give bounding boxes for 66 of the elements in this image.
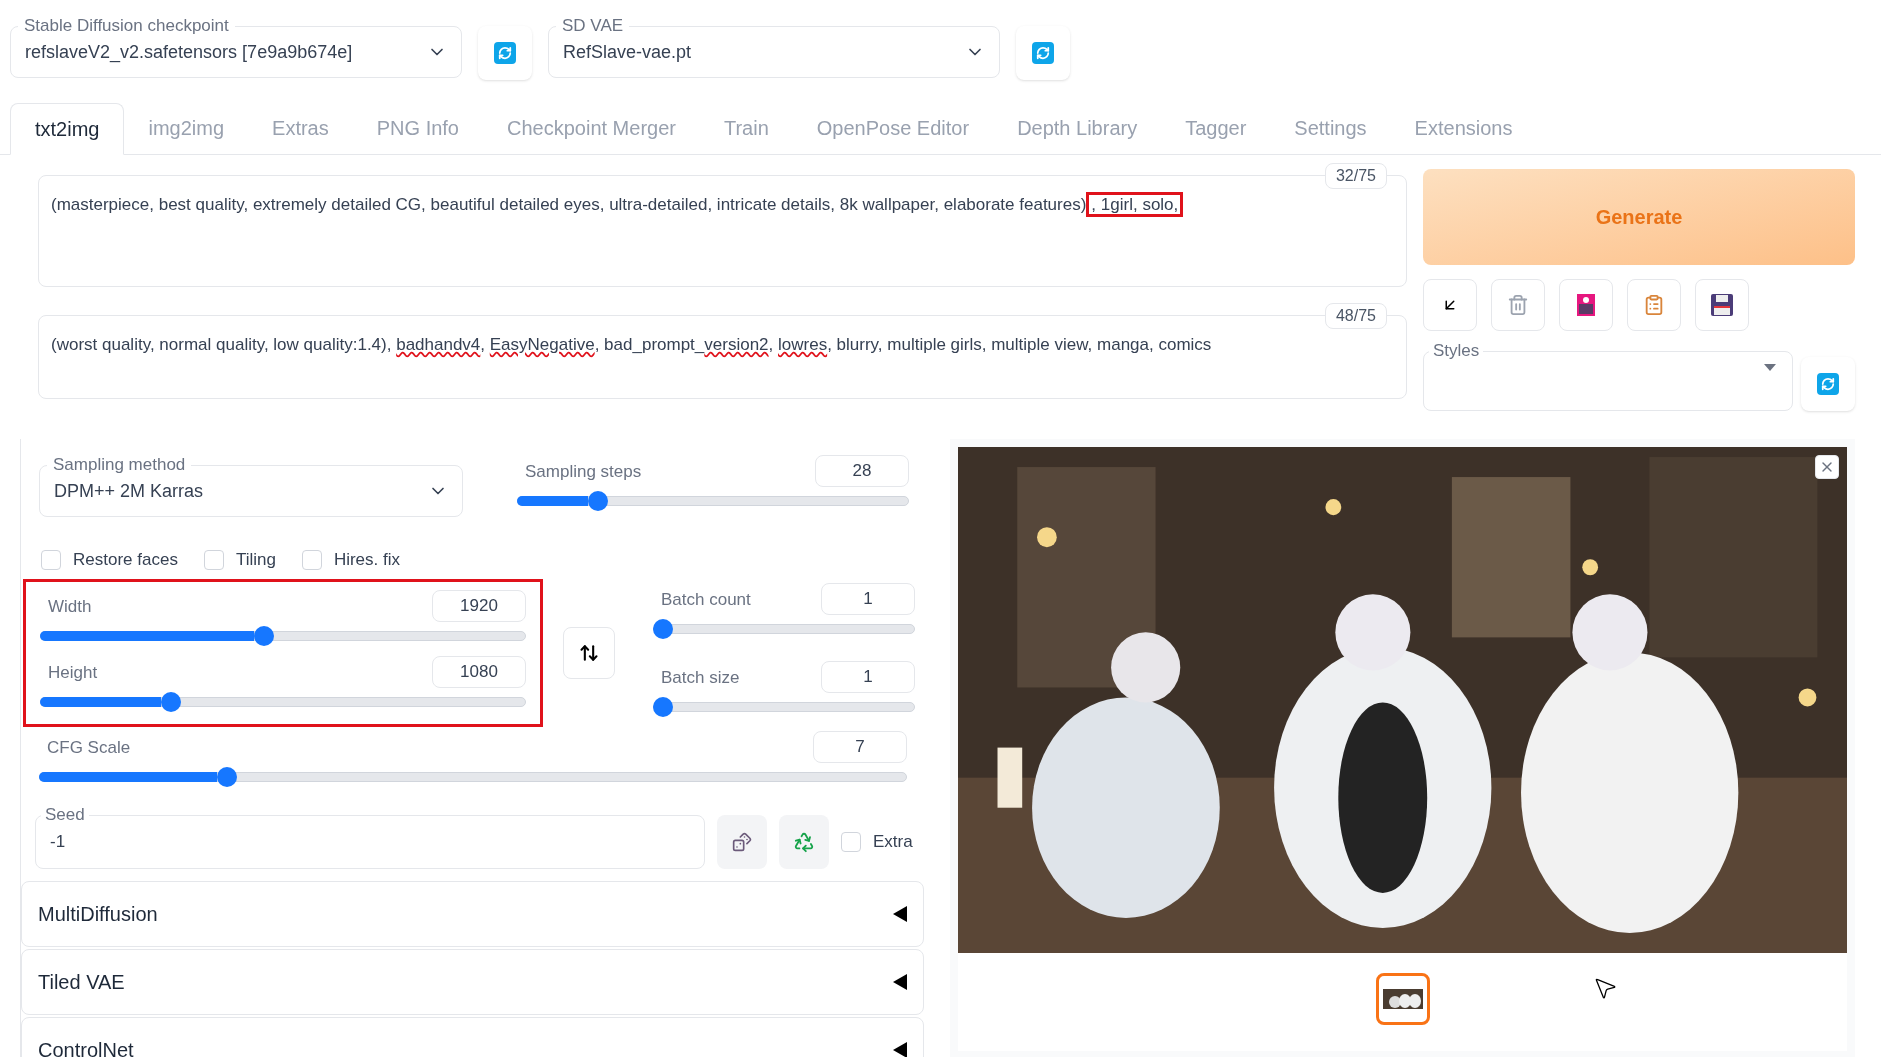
slider-thumb[interactable] (217, 766, 238, 787)
field-label: Stable Diffusion checkpoint (18, 16, 235, 36)
checkbox-label: Extra (873, 830, 913, 853)
number-field[interactable]: 1080 (432, 655, 526, 688)
field-label: Styles (1429, 341, 1484, 361)
recycle-button[interactable] (779, 814, 829, 869)
slider-label: Batch size (661, 666, 740, 689)
slider-thumb[interactable] (653, 696, 673, 717)
slider-label: CFG Scale (47, 736, 131, 759)
slider-label: Width (48, 595, 92, 618)
trash-icon (1507, 294, 1529, 316)
number-field[interactable]: 1920 (432, 589, 526, 622)
slider-thumb[interactable] (161, 691, 182, 712)
accordion-header[interactable]: ControlNet (21, 1016, 924, 1057)
refresh-button[interactable] (478, 26, 532, 80)
trash-button[interactable] (1491, 279, 1545, 331)
slider-thumb[interactable] (653, 618, 673, 639)
slider[interactable] (40, 691, 526, 712)
number-field[interactable]: 1 (821, 660, 915, 693)
checkbox-label: Hires. fix (333, 549, 400, 571)
clipboard-icon (1643, 294, 1665, 316)
thumbnail[interactable] (1375, 973, 1430, 1025)
checkbox-label: Restore faces (73, 549, 178, 571)
slider-label: Height (48, 661, 98, 684)
swap-button[interactable] (563, 626, 615, 679)
swap-arrows-icon (579, 642, 599, 663)
clipboard-button[interactable] (1627, 279, 1681, 331)
refresh-icon (1032, 42, 1054, 64)
slider-thumb[interactable] (254, 625, 275, 646)
prompt-text: (masterpiece, best quality, extremely detailed CG, beautiful detailed eyes, ultra-detailed, intricate details, 8k wallpaper, elaborate features) , 1girl, solo, (51, 192, 1184, 217)
checkbox[interactable] (203, 549, 224, 570)
dice-button[interactable] (717, 814, 767, 869)
image-button[interactable] (1559, 279, 1613, 331)
checkbox[interactable] (41, 549, 61, 570)
token-counter: 32/75 (1324, 163, 1387, 189)
token-counter: 48/75 (1324, 303, 1387, 329)
negative-prompt-text: (worst quality, normal quality, low quality:1.4), badhandv4, EasyNegative, bad_prompt_version2, lowres, blurry, multiple girls, multiple view, manga, comics (51, 335, 1212, 354)
accordion-header[interactable]: Tiled VAE (21, 948, 924, 1015)
slider-thumb[interactable] (587, 491, 608, 511)
slider[interactable] (653, 696, 915, 717)
slider-fill (517, 496, 588, 506)
slider-label: Batch count (661, 588, 751, 611)
slider[interactable] (517, 491, 909, 511)
tab[interactable]: txt2img (10, 103, 125, 155)
number-field[interactable]: 28 (815, 455, 909, 487)
checkbox-label: Tiling (235, 549, 276, 571)
dice-icon (732, 831, 752, 852)
slider[interactable] (653, 618, 915, 639)
field-label: Sampling method (47, 455, 192, 475)
number-field[interactable]: 1 (821, 582, 915, 615)
accordion-header[interactable]: MultiDiffusion (21, 880, 924, 947)
caret-icon (1764, 364, 1776, 371)
image-icon (1577, 294, 1595, 316)
recycle-icon (793, 830, 815, 853)
refresh-button[interactable] (1016, 26, 1070, 80)
refresh-button[interactable] (1801, 357, 1855, 411)
slider[interactable] (39, 766, 907, 787)
checkbox[interactable] (841, 831, 861, 852)
close-button[interactable] (1815, 455, 1839, 479)
number-field[interactable]: 7 (813, 730, 907, 763)
slider[interactable] (40, 625, 526, 646)
refresh-icon (494, 42, 516, 64)
save-button[interactable] (1695, 279, 1749, 331)
slider-label: Sampling steps (525, 461, 642, 483)
refresh-icon (1817, 373, 1839, 395)
checkbox[interactable] (301, 549, 322, 570)
